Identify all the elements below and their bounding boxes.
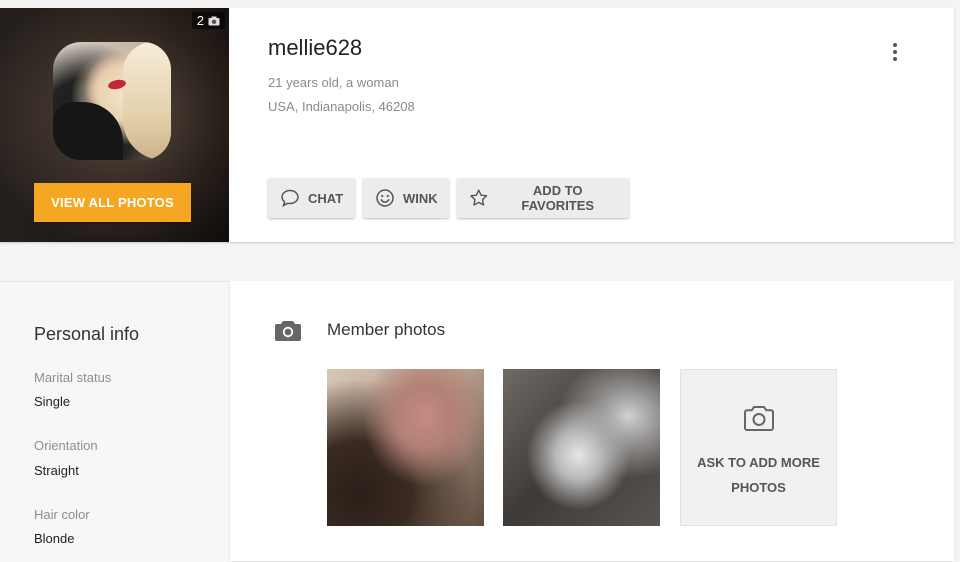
hair-color-label: Hair color [34,507,90,522]
camera-icon [275,321,301,341]
ask-more-line1: ASK TO ADD MORE [697,455,820,470]
star-icon [470,189,488,206]
ask-to-add-more-photos-button[interactable]: ASK TO ADD MORE PHOTOS [680,369,837,526]
chat-button-label: CHAT [308,190,344,206]
personal-info-panel: Personal info Marital status Single Orie… [0,281,229,562]
chat-bubble-icon [281,189,299,207]
orientation-label: Orientation [34,438,98,453]
smiley-icon [376,189,394,207]
personal-info-title: Personal info [34,324,140,344]
photo-count-badge: 2 [191,12,225,29]
view-all-photos-button[interactable]: VIEW ALL PHOTOS [34,183,191,222]
marital-status-label: Marital status [34,370,112,385]
profile-location: USA, Indianapolis, 46208 [268,99,415,114]
wink-button[interactable]: WINK [363,178,449,218]
member-photo-thumbnail[interactable] [503,369,660,526]
ask-more-line2: PHOTOS [731,480,786,495]
member-photo-thumbnail[interactable] [327,369,484,526]
add-to-favorites-label: ADD TO FAVORITES [521,183,595,213]
wink-button-label: WINK [403,190,438,206]
camera-outline-icon [744,406,774,431]
profile-age-gender: 21 years old, a woman [268,75,399,90]
hair-color-value: Blonde [34,531,75,546]
photo-count-value: 2 [196,13,204,28]
profile-header-card: 2 VIEW ALL PHOTOS mellie628 21 years old… [0,8,954,242]
add-to-favorites-button[interactable]: ADD TO FAVORITES [457,178,629,218]
chat-button[interactable]: CHAT [268,178,355,218]
member-photos-title: Member photos [327,320,446,339]
member-photos-panel: Member photos ASK TO ADD MORE PHOTOS [230,281,954,561]
marital-status-value: Single [34,394,71,409]
profile-username: mellie628 [268,35,363,60]
profile-avatar[interactable] [53,42,171,160]
orientation-value: Straight [34,463,79,478]
camera-icon [208,16,220,25]
more-options-icon[interactable] [884,39,906,65]
profile-cover: 2 VIEW ALL PHOTOS [0,8,229,242]
